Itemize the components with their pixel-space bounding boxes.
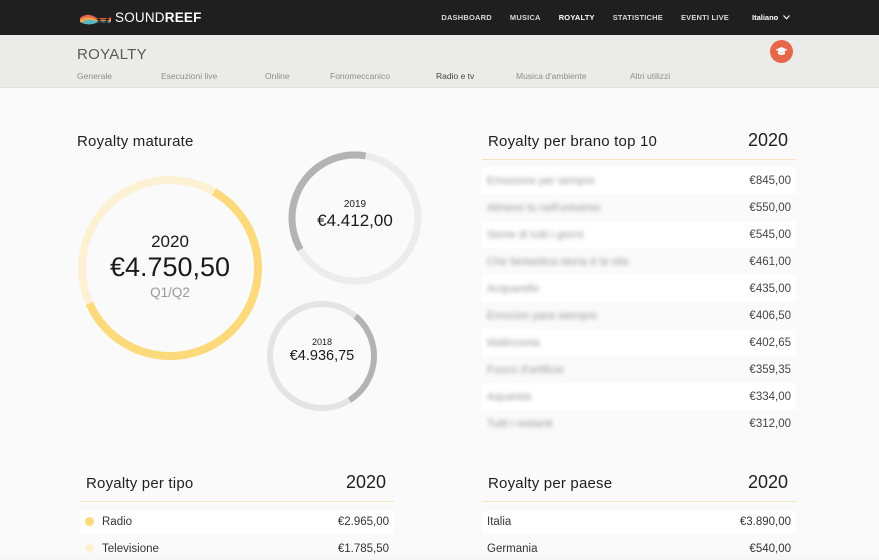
table-row[interactable]: Aquarela €334,00	[482, 383, 796, 410]
table-row[interactable]: Storie di tutti i giorni €545,00	[482, 221, 796, 248]
by-type-year: 2020	[346, 472, 387, 492]
list-item: Radio €2.965,00	[80, 511, 394, 533]
list-item: Germania €540,00	[482, 538, 796, 560]
ring-2018-amount: €4.936,75	[289, 348, 355, 364]
song-royalty-value: €312,00	[749, 417, 791, 430]
ring-2019-label: 2019 €4.412,00	[295, 199, 415, 231]
ring-2020-label: 2020 €4.750,50 Q1/Q2	[90, 232, 250, 300]
song-name: Che fantastica storia è la vita	[487, 255, 629, 268]
table-row[interactable]: Emocion para siempre €406,50	[482, 302, 796, 329]
type-name: Televisione	[102, 543, 159, 555]
table-row[interactable]: Acquarello €435,00	[482, 275, 796, 302]
table-row[interactable]: Almeno tu nell'universo €550,00	[482, 194, 796, 221]
type-value: €2.965,00	[337, 516, 389, 528]
table-row[interactable]: Emozione per sempre €845,00	[482, 167, 796, 194]
ring-2020-year: 2020	[151, 232, 189, 251]
country-name: Germania	[487, 543, 538, 555]
song-name: Malinconia	[487, 336, 540, 349]
song-name: Almeno tu nell'universo	[487, 201, 601, 214]
song-name: Emozione per sempre	[487, 174, 595, 187]
song-name: Tutti i restanti	[487, 417, 553, 430]
type-label-wrap: Televisione	[85, 543, 159, 555]
top10-title: Royalty per brano top 10	[488, 133, 658, 150]
song-name: Fuoco d'artificio	[487, 363, 564, 376]
by-country-year: 2020	[748, 472, 789, 492]
by-country-separator	[482, 501, 796, 502]
table-row[interactable]: Malinconia €402,65	[482, 329, 796, 356]
type-value: €1.785,50	[337, 543, 389, 555]
legend-dot-icon	[85, 544, 94, 554]
song-royalty-value: €461,00	[749, 255, 791, 268]
by-type-separator	[80, 501, 394, 502]
song-royalty-value: €845,00	[749, 174, 791, 187]
ring-2018-label: 2018 €4.936,75	[272, 337, 372, 364]
by-country-title: Royalty per paese	[488, 475, 613, 492]
country-value: €540,00	[749, 543, 791, 555]
song-royalty-value: €545,00	[749, 228, 791, 241]
by-type-title: Royalty per tipo	[86, 475, 194, 492]
type-label-wrap: Radio	[85, 516, 132, 528]
song-royalty-value: €334,00	[749, 390, 791, 403]
song-royalty-value: €359,35	[749, 363, 791, 376]
legend-dot-icon	[85, 517, 94, 527]
list-item: Italia €3.890,00	[482, 511, 796, 533]
song-name: Acquarello	[487, 282, 539, 295]
top10-year: 2020	[748, 130, 789, 150]
table-row[interactable]: Che fantastica storia è la vita €461,00	[482, 248, 796, 275]
top10-separator	[482, 159, 796, 160]
ring-2020-amount: €4.750,50	[109, 252, 231, 282]
table-row[interactable]: Fuoco d'artificio €359,35	[482, 356, 796, 383]
song-royalty-value: €406,50	[749, 309, 791, 322]
ring-2018-year: 2018	[311, 337, 333, 347]
ring-2019-amount: €4.412,00	[317, 211, 393, 230]
list-item: Televisione €1.785,50	[80, 538, 394, 560]
country-name: Italia	[487, 516, 512, 528]
song-royalty-value: €550,00	[749, 201, 791, 214]
table-row[interactable]: Tutti i restanti €312,00	[482, 410, 796, 437]
song-name: Aquarela	[487, 390, 532, 403]
ring-2019-year: 2019	[343, 199, 367, 210]
song-royalty-value: €435,00	[749, 282, 791, 295]
song-name: Emocion para siempre	[487, 309, 598, 322]
type-name: Radio	[102, 516, 133, 528]
song-royalty-value: €402,65	[749, 336, 791, 349]
song-name: Storie di tutti i giorni	[487, 228, 584, 241]
ring-2020-period: Q1/Q2	[150, 285, 190, 300]
country-value: €3.890,00	[739, 516, 791, 528]
